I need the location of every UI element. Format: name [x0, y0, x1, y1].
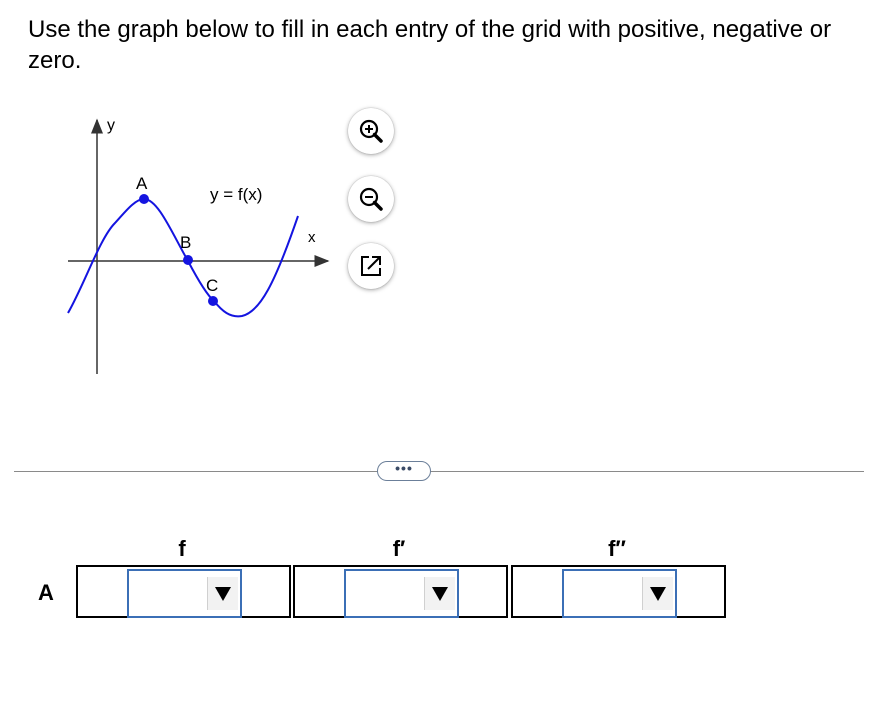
popout-button[interactable]: [348, 243, 394, 289]
dropdown-arrow-icon[interactable]: [424, 577, 455, 610]
row-label-a: A: [38, 580, 54, 605]
column-header-f: f: [178, 536, 186, 561]
zoom-out-icon: [359, 187, 383, 211]
section-divider: [14, 471, 864, 472]
point-b: [183, 255, 193, 265]
question-text: Use the graph below to fill in each entr…: [28, 16, 832, 74]
column-header-f-double-prime: f′′: [608, 536, 626, 561]
function-curve: [67, 197, 299, 318]
zoom-in-icon: [359, 119, 383, 143]
x-axis-label: x: [308, 229, 316, 246]
grid-cell-a-f-prime: [293, 565, 508, 618]
point-c: [208, 296, 218, 306]
popout-icon: [361, 256, 381, 276]
column-header-f-prime: f′: [392, 536, 406, 561]
point-c-label: C: [206, 276, 218, 295]
dropdown-arrow-icon[interactable]: [642, 577, 673, 610]
select-a-f-double-prime[interactable]: [562, 569, 677, 618]
point-b-label: B: [180, 233, 191, 252]
point-a: [139, 194, 149, 204]
zoom-in-button[interactable]: [348, 108, 394, 154]
more-button[interactable]: •••: [377, 461, 431, 481]
grid-cell-a-f: [76, 565, 291, 618]
point-a-label: A: [136, 174, 148, 193]
select-a-f-prime[interactable]: [344, 569, 459, 618]
zoom-out-button[interactable]: [348, 176, 394, 222]
more-button-label: •••: [395, 460, 413, 476]
grid-cell-a-f-double-prime: [511, 565, 726, 618]
y-axis-label: y: [107, 117, 115, 134]
select-a-f[interactable]: [127, 569, 242, 618]
dropdown-arrow-icon[interactable]: [207, 577, 238, 610]
function-label: y = f(x): [210, 185, 262, 204]
function-graph: y x y = f(x) A B C: [67, 117, 330, 374]
